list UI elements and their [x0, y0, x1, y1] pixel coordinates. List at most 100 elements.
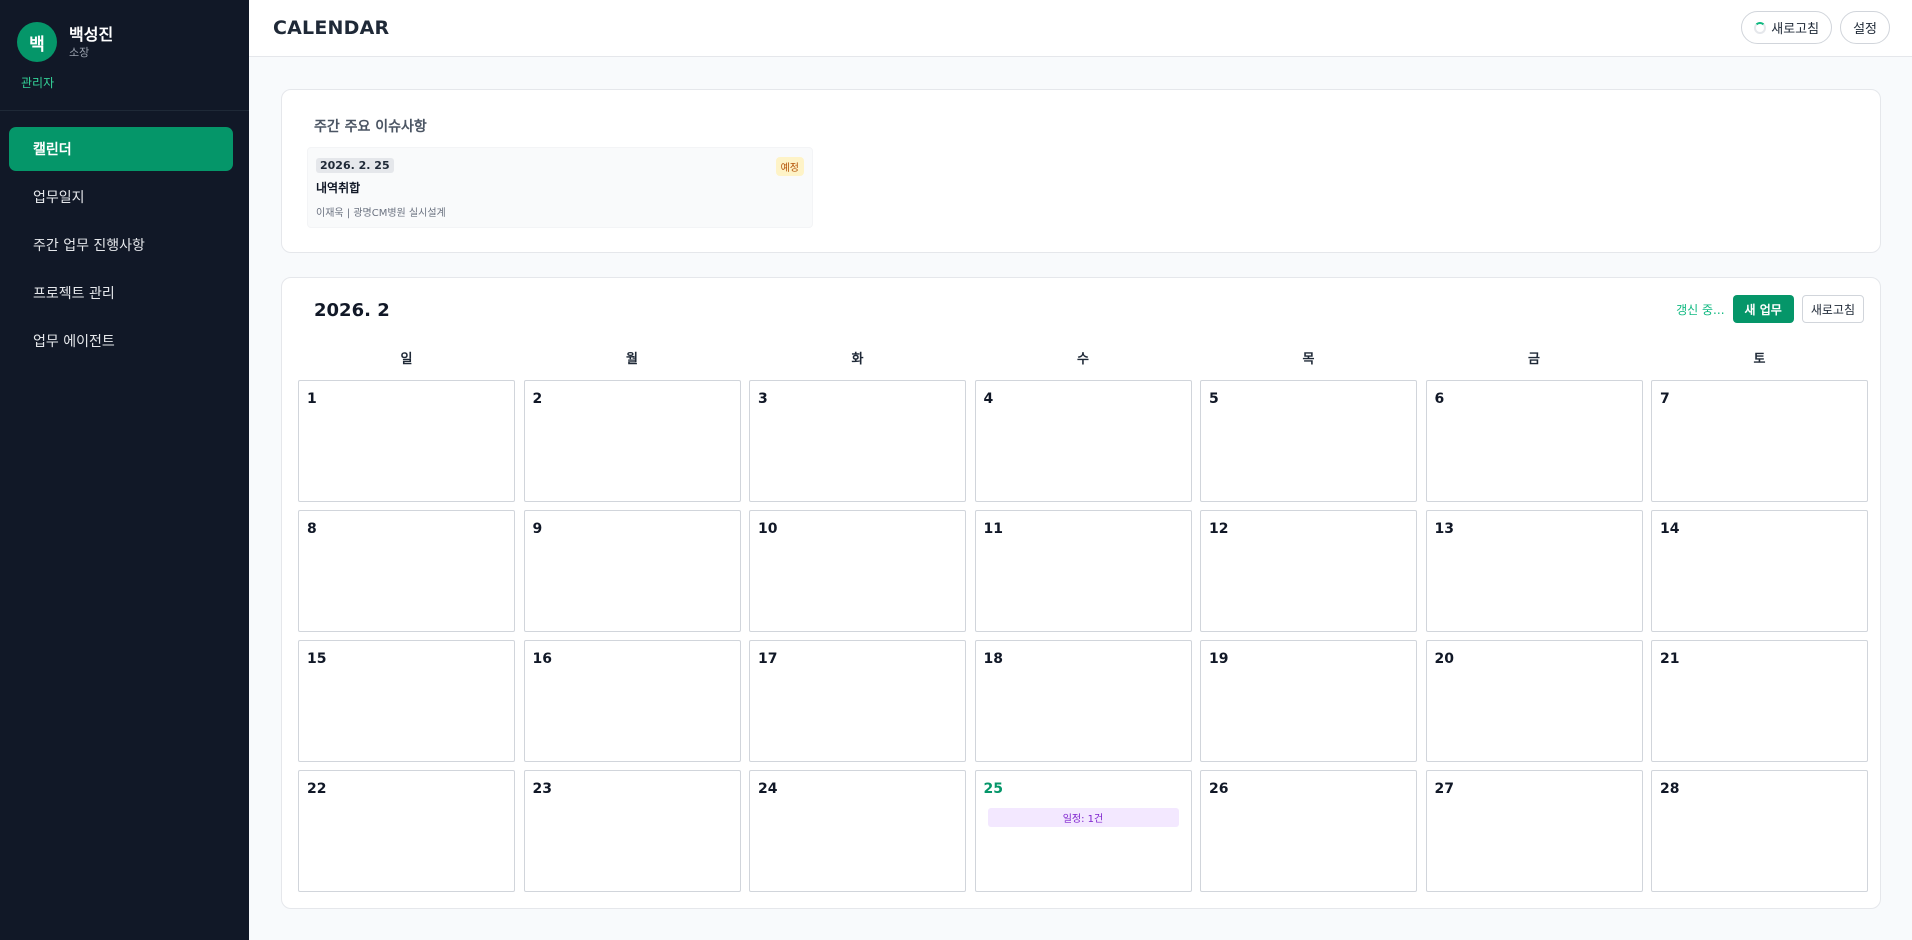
day-number: 11 [983, 521, 1003, 537]
day-number: 1 [307, 391, 317, 407]
calendar-day-cell[interactable]: 12 [1200, 510, 1417, 632]
calendar-day-cell[interactable]: 24 [749, 770, 966, 892]
day-number: 12 [1209, 521, 1229, 537]
calendar-status-text: 갱신 중... [1676, 302, 1725, 317]
calendar-day-cell[interactable]: 22 [298, 770, 515, 892]
calendar-day-cell[interactable]: 28 [1651, 770, 1868, 892]
calendar-day-cell[interactable]: 17 [749, 640, 966, 762]
day-number: 26 [1209, 781, 1229, 797]
weekly-issues-panel: 주간 주요 이슈사항 2026. 2. 25 예정 내역취합 이재욱 | 광명C… [281, 89, 1881, 253]
day-number: 18 [983, 651, 1003, 667]
sidebar-item-weekly-progress[interactable]: 주간 업무 진행사항 [9, 223, 233, 267]
calendar-day-cell[interactable]: 11 [974, 510, 1192, 632]
weekday-label: 화 [851, 352, 864, 367]
calendar-day-cell[interactable]: 20 [1425, 640, 1643, 762]
calendar-day-cell[interactable]: 9 [523, 510, 741, 632]
sidebar-nav: 캘린더 업무일지 주간 업무 진행사항 프로젝트 관리 업무 에이전트 [0, 111, 249, 363]
settings-button[interactable]: 설정 [1840, 11, 1890, 44]
calendar-day-cell[interactable]: 23 [523, 770, 741, 892]
loading-spinner-icon [1754, 21, 1767, 34]
event-count-chip[interactable]: 일정: 1건 [987, 808, 1179, 827]
sidebar-item-label: 업무일지 [33, 190, 85, 206]
sidebar-item-work-log[interactable]: 업무일지 [9, 175, 233, 219]
day-number: 15 [307, 651, 327, 667]
settings-label: 설정 [1853, 22, 1877, 37]
calendar-day-cell[interactable]: 3 [749, 380, 966, 502]
day-number: 22 [307, 781, 327, 797]
weekday-label: 수 [1077, 352, 1089, 367]
sidebar-item-calendar[interactable]: 캘린더 [9, 127, 233, 171]
user-name: 백성진 [69, 24, 114, 44]
issue-meta: 이재욱 | 광명CM병원 실시설계 [316, 208, 446, 219]
calendar-day-cell[interactable]: 16 [523, 640, 741, 762]
weekday-label: 목 [1302, 352, 1315, 367]
calendar-day-cell[interactable]: 27 [1425, 770, 1643, 892]
weekday-label: 일 [400, 352, 413, 367]
day-number: 21 [1660, 651, 1680, 667]
weekday-label: 토 [1753, 352, 1766, 367]
calendar-refresh-button[interactable]: 새로고침 [1801, 295, 1864, 323]
day-number: 19 [1209, 651, 1229, 667]
user-role: 관리자 [21, 76, 55, 90]
calendar-day-cell[interactable]: 21 [1651, 640, 1868, 762]
day-number: 6 [1434, 391, 1445, 407]
day-number: 20 [1434, 651, 1454, 667]
day-number: 23 [532, 781, 552, 797]
page-title: CALENDAR [273, 17, 390, 39]
calendar-day-cell[interactable]: 1 [298, 380, 515, 502]
calendar-day-cell[interactable]: 26 [1200, 770, 1417, 892]
user-profile: 백 백성진 소장 관리자 [0, 0, 249, 111]
day-number: 3 [758, 391, 768, 407]
day-number: 9 [532, 521, 543, 537]
day-number: 25 [983, 781, 1003, 797]
day-number: 17 [758, 651, 778, 667]
header-refresh-label: 새로고침 [1771, 22, 1820, 37]
day-number: 13 [1434, 521, 1454, 537]
day-number: 16 [532, 651, 552, 667]
calendar-day-cell[interactable]: 2 [523, 380, 741, 502]
day-number: 24 [758, 781, 778, 797]
calendar-day-cell[interactable]: 14 [1651, 510, 1868, 632]
sidebar-item-label: 업무 에이전트 [33, 334, 115, 350]
weekday-label: 금 [1528, 352, 1540, 367]
day-number: 10 [758, 521, 778, 537]
calendar-day-cell[interactable]: 10 [749, 510, 966, 632]
issue-name: 내역취합 [316, 181, 361, 195]
issue-date: 2026. 2. 25 [316, 158, 394, 173]
day-number: 27 [1434, 781, 1454, 797]
sidebar-item-agent[interactable]: 업무 에이전트 [9, 319, 233, 363]
sidebar-item-label: 캘린더 [33, 142, 72, 158]
sidebar-item-label: 프로젝트 관리 [33, 286, 115, 302]
sidebar-item-projects[interactable]: 프로젝트 관리 [9, 271, 233, 315]
day-number: 8 [307, 521, 317, 537]
issues-title: 주간 주요 이슈사항 [314, 119, 427, 135]
day-number: 2 [532, 391, 543, 407]
weekday-label: 월 [626, 352, 638, 367]
calendar-day-cell[interactable]: 4 [974, 380, 1192, 502]
calendar-day-cell[interactable]: 19 [1200, 640, 1417, 762]
calendar-month-title: 2026. 2 [314, 300, 390, 321]
calendar-day-cell[interactable]: 7 [1651, 380, 1868, 502]
sidebar-item-label: 주간 업무 진행사항 [33, 238, 145, 254]
calendar-day-cell[interactable]: 6 [1425, 380, 1643, 502]
user-title: 소장 [69, 45, 90, 59]
calendar-day-cell[interactable]: 13 [1425, 510, 1643, 632]
day-number: 5 [1209, 391, 1219, 407]
header-refresh-button[interactable]: 새로고침 [1741, 11, 1833, 44]
calendar-panel: 2026. 2 갱신 중... 새 업무 새로고침 일 월 화 수 목 금 토 … [281, 277, 1881, 909]
day-number: 14 [1660, 521, 1680, 537]
day-number: 4 [983, 391, 994, 407]
calendar-day-cell[interactable]: 5 [1200, 380, 1417, 502]
weekday-header: 일 월 화 수 목 금 토 [298, 348, 1866, 367]
sidebar: 백 백성진 소장 관리자 캘린더 업무일지 주간 업무 진행사항 프로젝트 관리… [0, 0, 249, 940]
calendar-day-cell[interactable]: 15 [298, 640, 515, 762]
calendar-day-cell[interactable]: 18 [974, 640, 1192, 762]
calendar-grid: 1 2 3 4 5 6 7 8 9 10 11 12 13 14 15 16 17 18 19 20 21 22 23 24 2… [298, 380, 1868, 892]
issue-card[interactable]: 2026. 2. 25 예정 내역취합 이재욱 | 광명CM병원 실시설계 [307, 147, 813, 228]
calendar-day-cell[interactable]: 8 [298, 510, 515, 632]
top-header: CALENDAR 새로고침 설정 [249, 0, 1912, 57]
calendar-day-cell[interactable]: 25 일정: 1건 [974, 770, 1192, 892]
new-task-button[interactable]: 새 업무 [1732, 295, 1794, 323]
day-number: 7 [1660, 391, 1670, 407]
avatar: 백 [17, 22, 57, 62]
